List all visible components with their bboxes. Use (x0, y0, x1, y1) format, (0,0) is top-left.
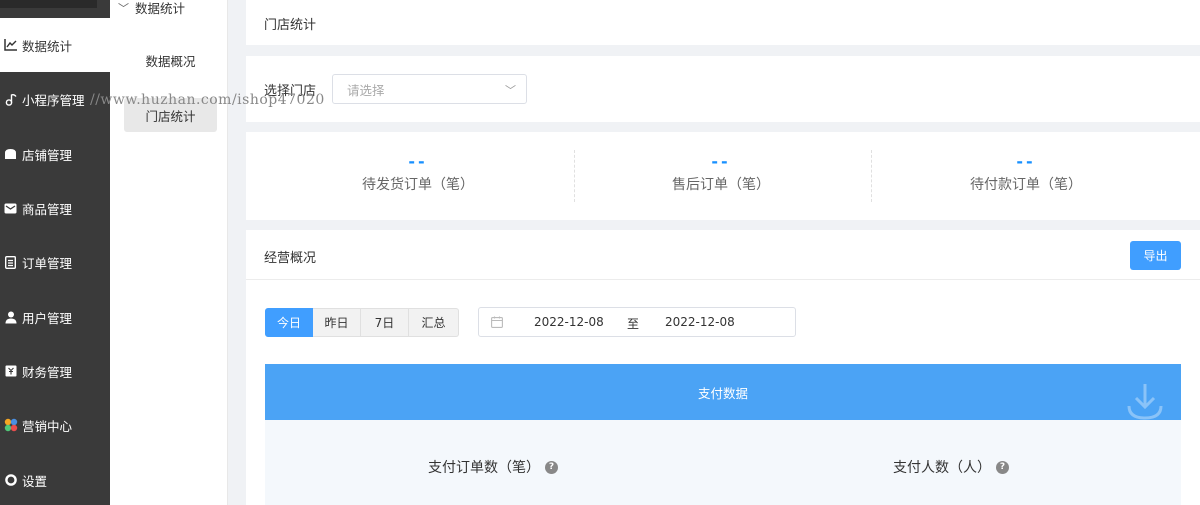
section-title: 经营概况 (264, 251, 317, 266)
user-icon (3, 310, 18, 325)
watermark-text: //www.huzhan.com/ishop47020 (90, 92, 325, 108)
submenu-item-overview[interactable]: 数据概况 (124, 43, 217, 77)
store-select-placeholder: 请选择 (347, 82, 385, 98)
document-icon (3, 255, 18, 270)
metric-label: 支付订单数（笔） (428, 460, 540, 476)
order-stats-card: -- 待发货订单（笔） -- 售后订单（笔） -- 待付款订单（笔） (246, 132, 1200, 220)
sidebar-item-settings[interactable]: 设置 (0, 453, 110, 505)
store-select[interactable]: 请选择 ﹀ (332, 74, 527, 104)
business-overview-card: 经营概况 导出 今日 昨日 7日 汇总 2022-12-08 至 2022-12… (246, 230, 1200, 505)
sidebar-item-label: 数据统计 (22, 38, 73, 54)
sidebar-item-label: 用户管理 (22, 310, 73, 326)
sidebar-item-label: 店铺管理 (22, 147, 73, 163)
sub-menu: ﹀ 数据统计 数据概况 门店统计 (110, 0, 228, 505)
main-sidebar: 数据统计 小程序管理 店铺管理 商品管理 订单管理 用户管理 财务管理 营销中心… (0, 0, 110, 505)
divider (246, 279, 1200, 280)
filter-card: 选择门店 请选择 ﹀ (246, 56, 1200, 122)
end-date[interactable]: 2022-12-08 (665, 315, 735, 329)
chevron-down-icon: ﹀ (505, 84, 516, 97)
sidebar-item-label: 小程序管理 (22, 92, 85, 108)
stat-value: -- (1016, 152, 1036, 171)
stat-label: 待付款订单（笔） (970, 177, 1082, 193)
stat-after-sale: -- 售后订单（笔） (571, 152, 871, 194)
date-range-tabs: 今日 昨日 7日 汇总 (265, 308, 459, 337)
start-date[interactable]: 2022-12-08 (534, 315, 604, 329)
pay-data-body: 支付订单数（笔） ? 支付人数（人） ? (265, 420, 1181, 505)
page-title: 门店统计 (264, 18, 317, 33)
tab-summary[interactable]: 汇总 (409, 308, 459, 337)
stat-label: 售后订单（笔） (672, 177, 770, 193)
stat-value: -- (408, 152, 428, 171)
sidebar-item-orders[interactable]: 订单管理 (0, 235, 110, 289)
metric-label: 支付人数（人） (893, 460, 991, 476)
wallet-icon (3, 364, 18, 379)
store-icon (3, 147, 18, 162)
envelope-icon (3, 201, 18, 216)
stat-pending-shipment: -- 待发货订单（笔） (268, 152, 568, 194)
sidebar-item-statistics[interactable]: 数据统计 (0, 18, 110, 72)
date-separator: 至 (627, 317, 640, 331)
sidebar-item-store[interactable]: 店铺管理 (0, 127, 110, 181)
logo (0, 0, 97, 8)
stat-pending-payment: -- 待付款订单（笔） (876, 152, 1176, 194)
sidebar-item-label: 设置 (22, 473, 48, 489)
sidebar-item-label: 商品管理 (22, 201, 73, 217)
sidebar-item-label: 财务管理 (22, 364, 73, 380)
submenu-group-title[interactable]: ﹀ 数据统计 (118, 0, 185, 17)
chevron-down-icon: ﹀ (118, 1, 129, 15)
help-icon[interactable]: ? (996, 460, 1009, 474)
tab-yesterday[interactable]: 昨日 (313, 308, 361, 337)
music-note-icon (3, 92, 18, 107)
stat-divider (871, 150, 872, 202)
sidebar-item-finance[interactable]: 财务管理 (0, 344, 110, 398)
gutter (228, 0, 246, 505)
help-icon[interactable]: ? (545, 460, 558, 474)
gear-icon (3, 473, 18, 488)
page-header-card: 门店统计 (246, 0, 1200, 45)
download-icon (1123, 378, 1167, 420)
pinwheel-icon (3, 418, 18, 433)
metric-paid-orders: 支付订单数（笔） ? (428, 457, 558, 477)
metric-paid-users: 支付人数（人） ? (893, 457, 1009, 477)
sidebar-item-goods[interactable]: 商品管理 (0, 181, 110, 235)
line-chart-icon (3, 38, 18, 53)
stat-label: 待发货订单（笔） (362, 177, 474, 193)
date-range-picker[interactable]: 2022-12-08 至 2022-12-08 (478, 307, 796, 337)
sidebar-item-users[interactable]: 用户管理 (0, 290, 110, 344)
sidebar-item-marketing[interactable]: 营销中心 (0, 398, 110, 452)
pay-data-title: 支付数据 (697, 385, 748, 401)
calendar-icon (491, 316, 503, 331)
stat-value: -- (711, 152, 731, 171)
sidebar-item-label: 订单管理 (22, 255, 73, 271)
pay-data-banner: 支付数据 (265, 364, 1181, 420)
tab-today[interactable]: 今日 (265, 308, 313, 337)
export-button[interactable]: 导出 (1130, 241, 1181, 270)
tab-7days[interactable]: 7日 (361, 308, 409, 337)
sidebar-item-label: 营销中心 (22, 418, 73, 434)
